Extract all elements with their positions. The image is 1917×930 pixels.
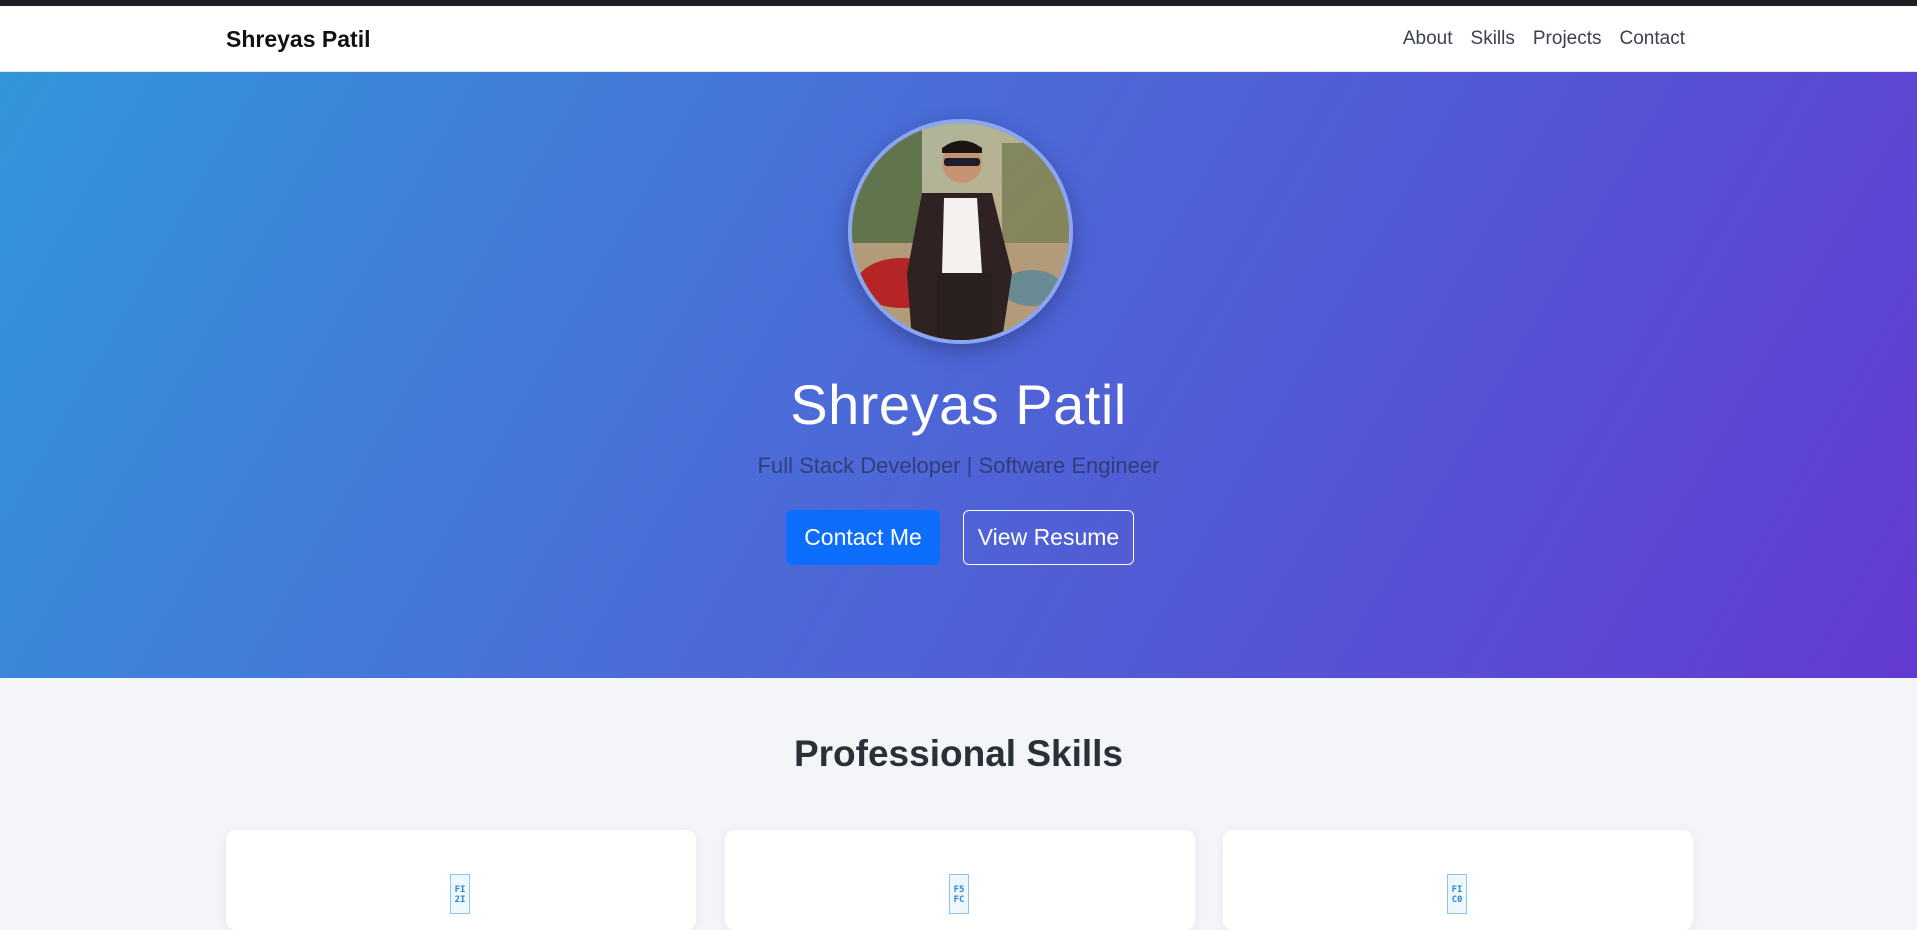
skill-card: FI C0 <box>1223 830 1693 930</box>
nav-link-skills[interactable]: Skills <box>1471 28 1515 50</box>
skill-icon-glyph: FI <box>1451 885 1463 895</box>
hero-subtitle: Full Stack Developer | Software Engineer <box>757 453 1160 478</box>
skill-icon-glyph: FI <box>454 885 466 895</box>
skill-card: F5 FC <box>725 830 1195 930</box>
skills-section-title: Professional Skills <box>793 733 1124 774</box>
nav-links: About Skills Projects Contact <box>1403 28 1685 50</box>
skill-icon: FI C0 <box>1447 874 1467 914</box>
hero-section: Shreyas Patil Full Stack Developer | Sof… <box>0 72 1917 678</box>
skill-icon-glyph: 2I <box>454 895 466 905</box>
skill-icon-glyph: F5 <box>953 885 965 895</box>
contact-me-button[interactable]: Contact Me <box>786 510 940 565</box>
view-resume-button[interactable]: View Resume <box>963 510 1134 565</box>
nav-link-projects[interactable]: Projects <box>1533 28 1602 50</box>
profile-photo <box>852 123 1069 340</box>
nav-link-about[interactable]: About <box>1403 28 1453 50</box>
skill-icon: FI 2I <box>450 874 470 914</box>
nav-link-contact[interactable]: Contact <box>1620 28 1685 50</box>
brand-logo-text[interactable]: Shreyas Patil <box>226 26 370 53</box>
skill-card: FI 2I <box>226 830 696 930</box>
hero-name: Shreyas Patil <box>790 373 1127 436</box>
skill-icon: F5 FC <box>949 874 969 914</box>
skill-icon-glyph: FC <box>953 895 965 905</box>
skill-icon-glyph: C0 <box>1451 895 1463 905</box>
navbar: Shreyas Patil About Skills Projects Cont… <box>0 6 1917 72</box>
profile-avatar <box>848 119 1073 344</box>
